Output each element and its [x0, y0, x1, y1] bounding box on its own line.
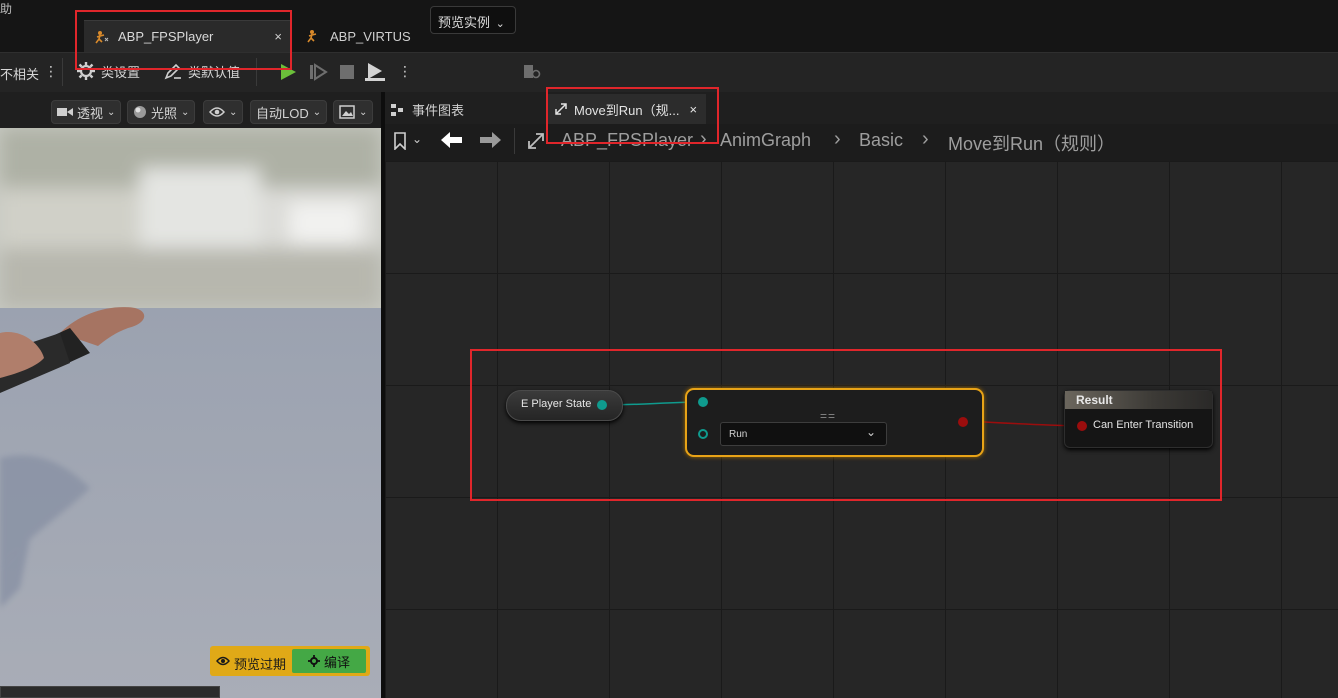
tab-abp-virtus[interactable]: ABP_VIRTUS: [296, 20, 446, 52]
chevron-right-icon: ›: [922, 128, 929, 150]
chevron-down-icon: ⌄: [229, 106, 238, 118]
lighting-label: 光照: [151, 105, 178, 121]
eye-icon: [209, 107, 225, 117]
annotation-box-nodes: [470, 349, 1222, 501]
tab-event-graph[interactable]: 事件图表: [390, 100, 464, 119]
chevron-down-icon[interactable]: ⌄: [412, 132, 422, 146]
screenshot-button[interactable]: ⌄: [333, 100, 374, 124]
breadcrumb-divider: [514, 128, 515, 154]
compile-button[interactable]: 编译: [292, 649, 366, 673]
annotation-box-tab: [75, 10, 292, 70]
possess-icon[interactable]: [364, 60, 386, 82]
breadcrumb-item[interactable]: AnimGraph: [720, 130, 811, 151]
anim-blueprint-icon: [307, 30, 317, 43]
debug-filter-icon[interactable]: [523, 64, 541, 80]
gear-icon: [307, 655, 320, 667]
tab-label: ABP_VIRTUS: [330, 28, 411, 44]
forward-arrow-icon[interactable]: [479, 131, 501, 149]
chevron-down-icon: ⌄: [181, 106, 190, 118]
viewport-timeline[interactable]: [0, 686, 220, 698]
chevron-down-icon: ⌄: [495, 18, 505, 30]
more-options-icon[interactable]: ⋮: [44, 63, 58, 80]
preview-viewport[interactable]: [0, 92, 381, 698]
lit-sphere-icon: [134, 106, 146, 118]
preview-instance-dropdown[interactable]: 预览实例 ⌄: [430, 6, 516, 34]
lod-button[interactable]: 自动LOD ⌄: [250, 100, 328, 124]
viewport-scene-image: [0, 128, 381, 698]
chevron-down-icon: ⌄: [359, 106, 368, 118]
eye-icon: [216, 656, 230, 666]
graph-icon: [391, 103, 403, 116]
breadcrumb-item[interactable]: Basic: [859, 130, 903, 151]
perspective-label: 透视: [77, 105, 104, 121]
hide-unrelated-button[interactable]: 不相关: [0, 64, 39, 83]
transition-icon: [528, 133, 544, 149]
annotation-box-rule-tab: [546, 87, 719, 144]
preview-instance-label: 预览实例: [438, 15, 491, 30]
play-options-icon[interactable]: ⋮: [398, 63, 412, 80]
perspective-button[interactable]: 透视 ⌄: [51, 100, 122, 124]
breadcrumb-item[interactable]: Move到Run（规则）: [948, 130, 1115, 156]
image-icon: [339, 105, 355, 119]
tab-label: 事件图表: [412, 103, 465, 118]
menu-fragment[interactable]: 助: [0, 0, 12, 17]
preview-stale-label: 预览过期: [234, 657, 287, 672]
chevron-down-icon: ⌄: [107, 106, 116, 118]
back-arrow-icon[interactable]: [441, 131, 463, 149]
graph-tab-strip: [385, 92, 1338, 124]
camera-icon: [57, 108, 73, 116]
toolbar-divider: [62, 58, 63, 86]
bookmark-icon[interactable]: [392, 132, 408, 150]
chevron-right-icon: ›: [834, 128, 841, 150]
lod-label: 自动LOD: [256, 105, 309, 121]
compile-label: 编译: [323, 654, 350, 670]
step-icon[interactable]: [308, 62, 328, 82]
stop-icon[interactable]: [337, 62, 357, 82]
lighting-button[interactable]: 光照 ⌄: [127, 100, 196, 124]
show-flags-button[interactable]: ⌄: [203, 100, 244, 124]
chevron-down-icon: ⌄: [312, 106, 322, 118]
